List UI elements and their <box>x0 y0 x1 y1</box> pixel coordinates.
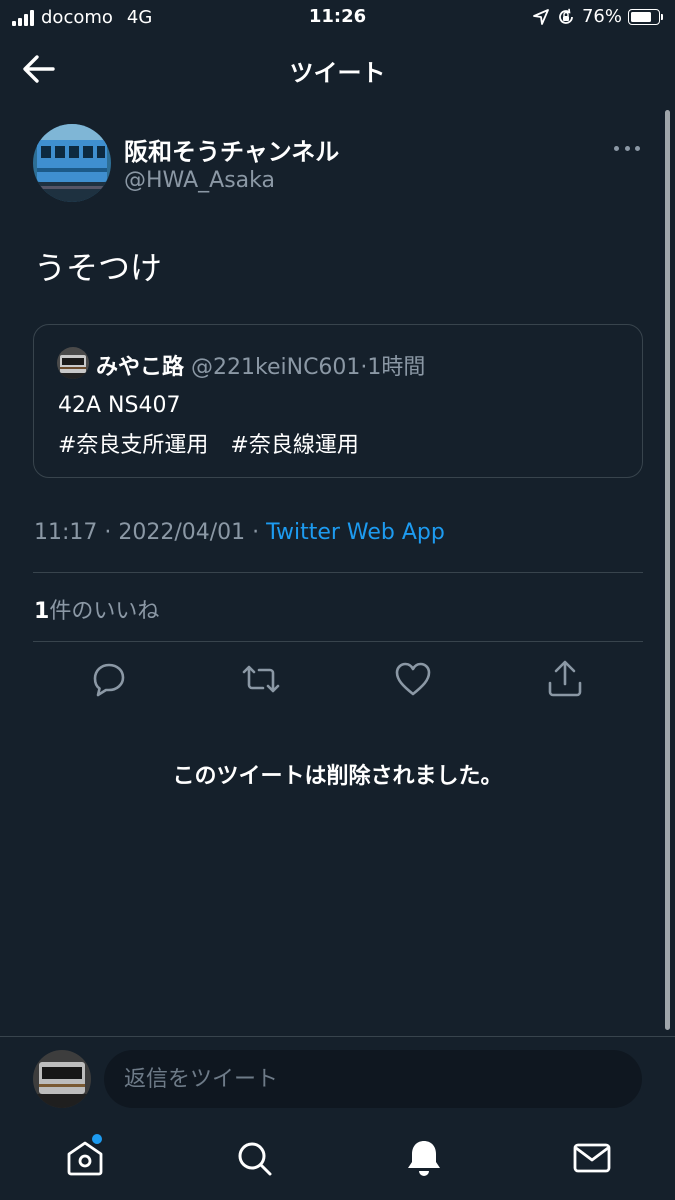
reply-input[interactable] <box>104 1050 642 1108</box>
status-bar: docomo 4G 11:26 76% <box>0 0 675 36</box>
reply-bar-divider <box>0 1036 675 1037</box>
rotation-lock-icon <box>559 8 573 24</box>
battery-percent: 76% <box>581 6 622 27</box>
home-icon[interactable] <box>64 1137 106 1179</box>
author-handle[interactable]: @HWA_Asaka <box>124 168 275 193</box>
new-content-dot <box>92 1134 102 1144</box>
likes-count: 1 <box>34 599 50 624</box>
bell-icon[interactable] <box>403 1137 445 1179</box>
timestamp-date: 11:17 · 2022/04/01 · <box>34 520 267 545</box>
location-icon <box>533 8 549 25</box>
share-icon[interactable] <box>545 659 585 699</box>
source-app-link[interactable]: Twitter Web App <box>266 520 445 545</box>
reply-icon[interactable] <box>89 659 129 699</box>
quote-time: 1時間 <box>367 355 426 380</box>
tweet-timestamp: 11:17 · 2022/04/01 · Twitter Web App <box>34 520 445 545</box>
retweet-icon[interactable] <box>241 659 281 699</box>
header: ツイート <box>0 36 675 102</box>
deleted-tweet-notice: このツイートは削除されました。 <box>172 764 503 789</box>
train-photo-icon <box>33 1050 91 1108</box>
quote-tweet-card[interactable]: みやこ路 @221keiNC601·1時間 42A NS407 #奈良支所運用 … <box>33 324 643 478</box>
status-bar-right: 76% <box>532 6 663 27</box>
battery-icon <box>628 8 663 25</box>
mail-icon[interactable] <box>571 1137 613 1179</box>
quote-author-handle: @221keiNC601 <box>191 355 361 380</box>
user-avatar[interactable] <box>33 1050 91 1108</box>
likes-row[interactable]: 1件のいいね <box>34 593 159 625</box>
divider <box>33 641 643 642</box>
more-options-icon[interactable] <box>612 136 642 160</box>
quote-header: みやこ路 @221keiNC601·1時間 <box>96 349 425 381</box>
tweet-detail-screen: docomo 4G 11:26 76% ツイート 阪和そうチャンネル @HWA_… <box>0 0 675 1200</box>
like-heart-icon[interactable] <box>393 659 433 699</box>
train-photo-icon <box>57 347 89 379</box>
battery-fill <box>631 11 651 22</box>
quote-text-line2: #奈良支所運用 #奈良線運用 <box>58 433 359 458</box>
author-name[interactable]: 阪和そうチャンネル <box>124 132 339 167</box>
tweet-text: うそつけ <box>34 249 163 287</box>
divider <box>33 572 643 573</box>
train-photo-icon <box>33 124 111 202</box>
likes-label: 件のいいね <box>49 599 160 624</box>
author-avatar[interactable] <box>33 124 111 202</box>
scroll-indicator[interactable] <box>665 110 670 1030</box>
page-title: ツイート <box>289 59 386 87</box>
quote-author-avatar <box>57 347 89 379</box>
quote-author-name: みやこ路 <box>96 355 185 380</box>
search-icon[interactable] <box>233 1137 275 1179</box>
quote-text-line1: 42A NS407 <box>58 393 181 418</box>
